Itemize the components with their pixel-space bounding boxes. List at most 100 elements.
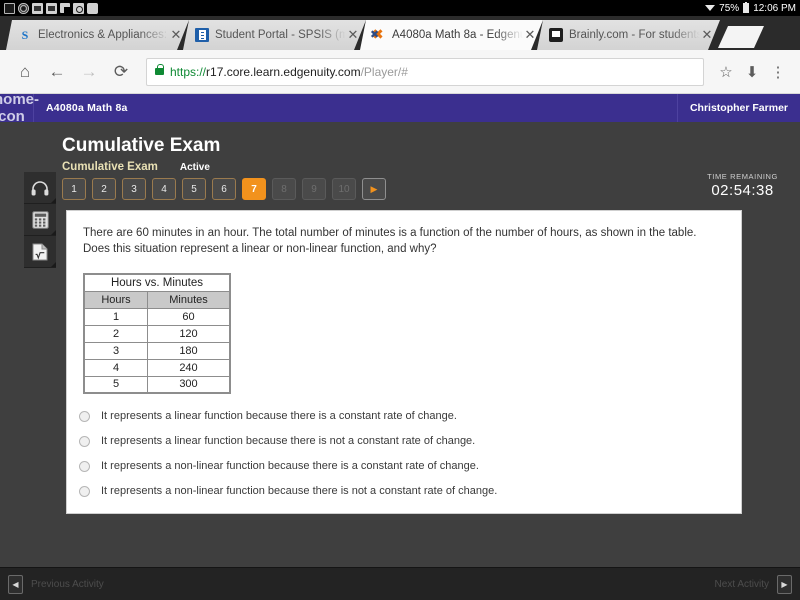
question-button-4[interactable]: 4 (152, 178, 176, 200)
corner-icon (60, 3, 70, 13)
question-text: There are 60 minutes in an hour. The tot… (83, 227, 697, 255)
close-icon[interactable]: ✕ (523, 27, 537, 43)
answer-option-label: It represents a linear function because … (101, 435, 476, 447)
question-button-10: 10 (332, 178, 356, 200)
user-name[interactable]: Christopher Farmer (676, 94, 800, 122)
camera-icon (73, 2, 84, 14)
column-header-hours: Hours (83, 290, 148, 309)
wifi-icon (705, 4, 716, 12)
new-tab-button[interactable] (718, 26, 764, 48)
app-home-button[interactable]: home-icon (0, 91, 39, 125)
app-header: home-icon A4080a Math 8a Christopher Far… (0, 91, 800, 125)
radio-button[interactable] (79, 436, 90, 447)
audio-tool-button[interactable] (24, 172, 56, 204)
answer-option-2[interactable]: It represents a linear function because … (79, 435, 741, 448)
previous-activity-label: Previous Activity (31, 578, 104, 590)
battery-icon (743, 2, 750, 13)
next-activity-button[interactable]: Next Activity ▶ (714, 574, 792, 594)
answer-option-label: It represents a non-linear function beca… (101, 485, 498, 497)
table-caption: Hours vs. Minutes (83, 273, 231, 292)
status-badge: Active (179, 162, 210, 173)
browser-tabstrip: S Electronics & Appliances: Ta ✕ Student… (0, 16, 800, 50)
student-portal-icon (195, 28, 209, 42)
answer-option-4[interactable]: It represents a non-linear function beca… (79, 485, 741, 498)
next-question-button[interactable]: ▶ (362, 178, 386, 200)
question-card: There are 60 minutes in an hour. The tot… (66, 210, 742, 514)
answer-option-1[interactable]: It represents a linear function because … (79, 410, 741, 423)
calculator-tool-button[interactable] (24, 204, 56, 236)
browser-tab-1[interactable]: S Electronics & Appliances: Ta ✕ (6, 20, 189, 50)
status-notification-icons (4, 2, 98, 14)
radio-button[interactable] (79, 461, 90, 472)
chevron-left-icon[interactable]: ◀ (8, 574, 23, 594)
table-header-row: Hours Minutes (83, 290, 231, 309)
radio-button[interactable] (79, 486, 90, 497)
menu-icon[interactable]: ⋮ (766, 63, 790, 81)
home-button[interactable]: ⌂ (10, 57, 40, 87)
question-button-8: 8 (272, 178, 296, 200)
battery-percent: 75% (719, 2, 740, 14)
browser-tab-title: Brainly.com - For students. (569, 29, 700, 41)
cell-hours: 2 (83, 324, 148, 343)
close-icon[interactable]: ✕ (700, 27, 714, 43)
cell-hours: 4 (83, 358, 148, 377)
cell-minutes: 240 (147, 358, 231, 377)
exam-timer: TIME REMAINING 02:54:38 (707, 172, 778, 199)
back-button[interactable]: ← (42, 57, 72, 87)
forward-button[interactable]: → (74, 57, 104, 87)
timer-label: TIME REMAINING (707, 172, 778, 181)
headphones-icon (31, 180, 49, 195)
browser-tab-3[interactable]: A4080a Math 8a - Edgenuity ✕ (360, 20, 543, 50)
chevron-right-icon[interactable]: ▶ (777, 574, 792, 594)
sears-icon: S (21, 28, 29, 42)
question-navigation: 1 2 3 4 5 6 7 8 9 10 ▶ (62, 178, 386, 200)
exam-player: Cumulative Exam Cumulative Exam Active 1… (0, 122, 800, 567)
reload-button[interactable]: ⟳ (106, 57, 136, 87)
browser-tab-title: A4080a Math 8a - Edgenuity (392, 29, 520, 41)
tool-rail (24, 172, 56, 268)
radio-button[interactable] (79, 411, 90, 422)
browser-tab-4[interactable]: Brainly.com - For students. ✕ (537, 20, 720, 50)
previous-activity-button[interactable]: ◀ Previous Activity (8, 574, 104, 594)
column-header-minutes: Minutes (147, 290, 231, 309)
close-icon[interactable]: ✕ (169, 27, 183, 43)
cell-hours: 1 (83, 307, 148, 326)
cell-minutes: 60 (147, 307, 231, 326)
status-clock: 12:06 PM (753, 2, 796, 14)
url-scheme: https:// (170, 64, 207, 79)
exam-subtitle-row: Cumulative Exam Active (62, 161, 210, 173)
question-button-6[interactable]: 6 (212, 178, 236, 200)
exam-subtitle: Cumulative Exam (62, 161, 158, 173)
bookmark-star-icon[interactable]: ☆ (714, 63, 738, 81)
browser-tab-title: Student Portal - SPSIS (miru (215, 29, 346, 41)
answer-option-3[interactable]: It represents a non-linear function beca… (79, 460, 741, 473)
question-button-5[interactable]: 5 (182, 178, 206, 200)
question-button-1[interactable]: 1 (62, 178, 86, 200)
address-bar[interactable]: https://r17.core.learn.edgenuity.com/Pla… (146, 57, 704, 86)
timer-value: 02:54:38 (711, 182, 774, 199)
browser-tab-title: Electronics & Appliances: Ta (38, 29, 169, 41)
download-icon[interactable]: ⬇ (740, 63, 764, 81)
question-button-3[interactable]: 3 (122, 178, 146, 200)
table-caption-row: Hours vs. Minutes (83, 273, 231, 292)
lock-icon (155, 64, 164, 75)
formula-sheet-tool-button[interactable] (24, 236, 56, 268)
settings-icon (18, 2, 29, 14)
status-system-icons: 75% 12:06 PM (705, 2, 796, 14)
close-icon[interactable]: ✕ (346, 27, 360, 43)
sd-card-icon (32, 2, 43, 14)
formula-sheet-icon (32, 243, 47, 260)
question-button-2[interactable]: 2 (92, 178, 116, 200)
next-activity-label: Next Activity (714, 578, 769, 590)
answer-option-label: It represents a non-linear function beca… (101, 460, 479, 472)
download-icon (46, 2, 57, 14)
screenshot-icon (87, 2, 98, 14)
data-table: Hours vs. Minutes Hours Minutes 1 60 2 1… (83, 273, 231, 394)
activity-bar: ◀ Previous Activity Next Activity ▶ (0, 567, 800, 600)
browser-tab-2[interactable]: Student Portal - SPSIS (miru ✕ (183, 20, 366, 50)
cell-minutes: 180 (147, 341, 231, 360)
signal-icon (4, 2, 15, 14)
page-title: Cumulative Exam (62, 135, 221, 156)
question-button-7[interactable]: 7 (242, 178, 266, 200)
browser-toolbar: ⌂ ← → ⟳ https://r17.core.learn.edgenuity… (0, 50, 800, 94)
